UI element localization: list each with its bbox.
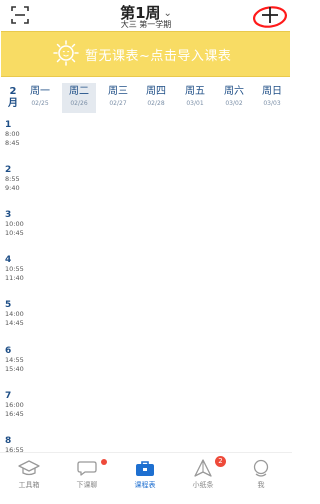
weekday-header: 周一 02/25 周二 02/26 周三 02/27 周四 02/28 周五 0… (23, 81, 291, 114)
sun-icon (53, 40, 79, 66)
paper-plane-icon (194, 459, 212, 477)
notification-dot (101, 459, 107, 465)
top-header: 第1周 ⌄ 大三 第一学期 (0, 0, 292, 30)
day-name: 周二 (69, 86, 89, 97)
tab-me[interactable]: 我 (232, 457, 290, 501)
day-name: 周四 (146, 86, 166, 97)
day-column-wed[interactable]: 周三 02/27 (101, 83, 135, 113)
day-column-thu[interactable]: 周四 02/28 (139, 83, 173, 113)
period-end: 14:45 (5, 319, 24, 327)
period-end: 9:40 (5, 184, 20, 192)
day-column-fri[interactable]: 周五 03/01 (178, 83, 212, 113)
term-label: 大三 第一学期 (120, 20, 172, 29)
banner-text: 暂无课表~点击导入课表 (85, 49, 232, 64)
period-end: 8:45 (5, 139, 20, 147)
day-column-tue-selected[interactable]: 周二 02/26 (62, 83, 96, 113)
period-start: 10:00 (5, 220, 24, 228)
period-number: 5 (5, 300, 12, 310)
add-button[interactable] (252, 4, 288, 28)
day-date: 03/02 (225, 100, 243, 107)
period-start: 10:55 (5, 265, 24, 273)
day-column-mon[interactable]: 周一 02/25 (23, 83, 57, 113)
profile-icon (253, 459, 269, 477)
period-6: 6 14:55 15:40 (5, 346, 25, 374)
day-name: 周六 (224, 86, 244, 97)
day-name: 周一 (30, 86, 50, 97)
day-name: 周日 (262, 86, 282, 97)
period-number: 7 (5, 391, 12, 401)
chat-bubble-icon (77, 461, 97, 476)
period-end: 10:45 (5, 229, 24, 237)
day-date: 02/26 (70, 100, 88, 107)
period-number: 2 (5, 165, 12, 175)
period-end: 16:45 (5, 410, 24, 418)
period-start: 14:55 (5, 356, 24, 364)
day-date: 02/28 (147, 100, 165, 107)
tab-label: 工具箱 (18, 481, 40, 489)
tab-label: 课程表 (134, 481, 156, 489)
bottom-tab-bar: 工具箱 下课聊 课程表 2 小纸条 我 (0, 452, 292, 504)
day-date: 03/01 (186, 100, 204, 107)
period-2: 2 8:55 9:40 (5, 165, 25, 193)
import-schedule-banner[interactable]: 暂无课表~点击导入课表 (1, 31, 290, 77)
period-number: 6 (5, 346, 12, 356)
month-label: 2 月 (5, 86, 21, 110)
period-start: 14:00 (5, 310, 24, 318)
tab-toolbox[interactable]: 工具箱 (0, 457, 58, 501)
period-number: 1 (5, 120, 12, 130)
tab-notes[interactable]: 2 小纸条 (174, 456, 232, 501)
tab-schedule[interactable]: 课程表 (116, 457, 174, 501)
graduation-cap-icon (18, 460, 40, 476)
tab-chat[interactable]: 下课聊 (58, 457, 116, 501)
day-date: 03/03 (263, 100, 281, 107)
day-date: 02/27 (109, 100, 127, 107)
period-5: 5 14:00 14:45 (5, 300, 25, 328)
day-column-sat[interactable]: 周六 03/02 (217, 83, 251, 113)
day-date: 02/25 (31, 100, 49, 107)
period-start: 16:00 (5, 401, 24, 409)
chevron-down-icon: ⌄ (163, 8, 172, 19)
tab-label: 小纸条 (192, 481, 214, 489)
period-1: 1 8:00 8:45 (5, 120, 25, 148)
day-name: 周五 (185, 86, 205, 97)
period-end: 15:40 (5, 365, 24, 373)
period-start: 8:55 (5, 175, 20, 183)
day-name: 周三 (108, 86, 128, 97)
period-end: 11:40 (5, 274, 24, 282)
tab-label: 我 (257, 481, 265, 489)
period-number: 8 (5, 436, 12, 446)
day-column-sun[interactable]: 周日 03/03 (255, 83, 289, 113)
period-3: 3 10:00 10:45 (5, 210, 25, 238)
period-number: 3 (5, 210, 12, 220)
period-start: 8:00 (5, 130, 20, 138)
month-number: 2 (9, 86, 17, 97)
tab-label: 下课聊 (76, 481, 98, 489)
period-7: 7 16:00 16:45 (5, 391, 25, 419)
unread-badge: 2 (215, 456, 226, 467)
briefcase-icon (136, 461, 154, 476)
period-number: 4 (5, 255, 12, 265)
period-4: 4 10:55 11:40 (5, 255, 25, 283)
month-char: 月 (8, 98, 18, 109)
